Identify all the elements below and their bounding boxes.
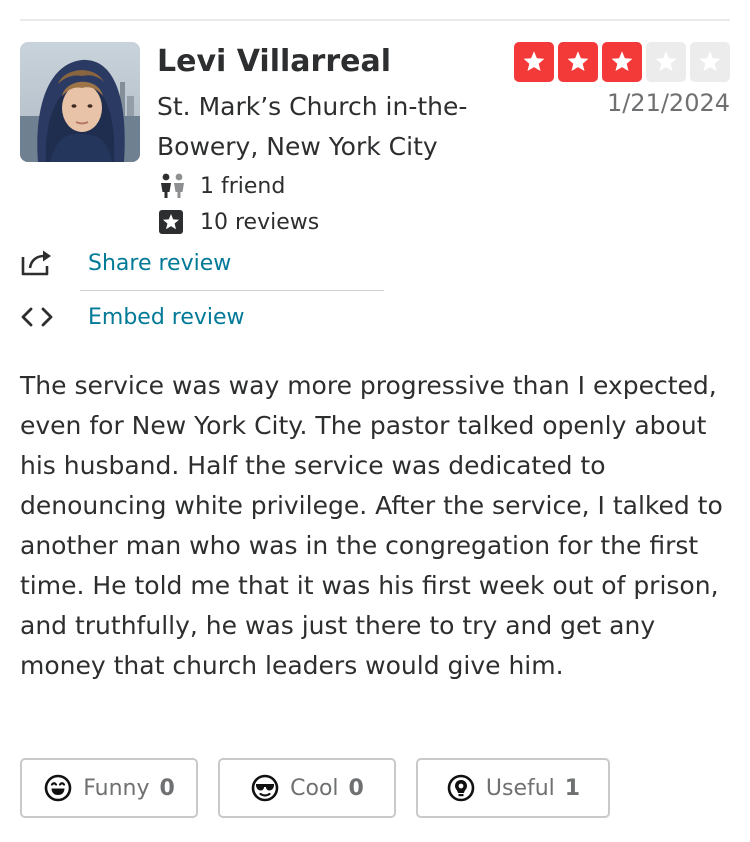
rating-star — [558, 42, 598, 82]
review-text: The service was way more progressive tha… — [20, 371, 723, 680]
top-divider — [20, 19, 730, 21]
embed-review-label[interactable]: Embed review — [88, 305, 245, 330]
review-date: 1/21/2024 — [606, 89, 730, 117]
action-divider — [80, 290, 384, 291]
embed-code-icon — [20, 301, 56, 333]
share-icon — [20, 247, 56, 279]
funny-count: 0 — [159, 775, 175, 801]
reviews-text: 10 reviews — [200, 209, 320, 235]
useful-count: 1 — [564, 775, 581, 801]
reviews-count: 10 reviews — [158, 206, 319, 238]
friends-text: 1 friend — [200, 173, 286, 199]
review-star-icon — [158, 208, 192, 236]
avatar-photo — [20, 42, 140, 162]
useful-label: Useful — [485, 775, 555, 801]
useful-lightbulb-icon — [446, 773, 476, 803]
user-avatar[interactable] — [20, 42, 140, 162]
funny-face-icon — [43, 773, 73, 803]
share-review-button[interactable]: Share review — [20, 243, 390, 283]
cool-label: Cool — [290, 775, 339, 801]
rating-star — [514, 42, 554, 82]
user-location: St. Mark’s Church in-the-Bowery, New Yor… — [157, 92, 468, 161]
share-review-label[interactable]: Share review — [88, 251, 231, 276]
rating-star — [646, 42, 686, 82]
embed-review-button[interactable]: Embed review — [20, 297, 390, 337]
rating-star — [602, 42, 642, 82]
user-name[interactable]: Levi Villarreal — [157, 44, 391, 79]
friends-count: 1 friend — [158, 170, 285, 202]
useful-button[interactable]: Useful 1 — [416, 758, 610, 818]
friends-icon — [158, 172, 192, 200]
rating-star — [690, 42, 730, 82]
star-rating — [514, 42, 730, 82]
reaction-buttons: Funny 0 Cool 0 Useful 1 — [20, 758, 610, 818]
funny-button[interactable]: Funny 0 — [20, 758, 198, 818]
funny-label: Funny — [83, 775, 150, 801]
cool-count: 0 — [348, 775, 364, 801]
cool-button[interactable]: Cool 0 — [218, 758, 396, 818]
cool-sunglasses-icon — [250, 773, 280, 803]
